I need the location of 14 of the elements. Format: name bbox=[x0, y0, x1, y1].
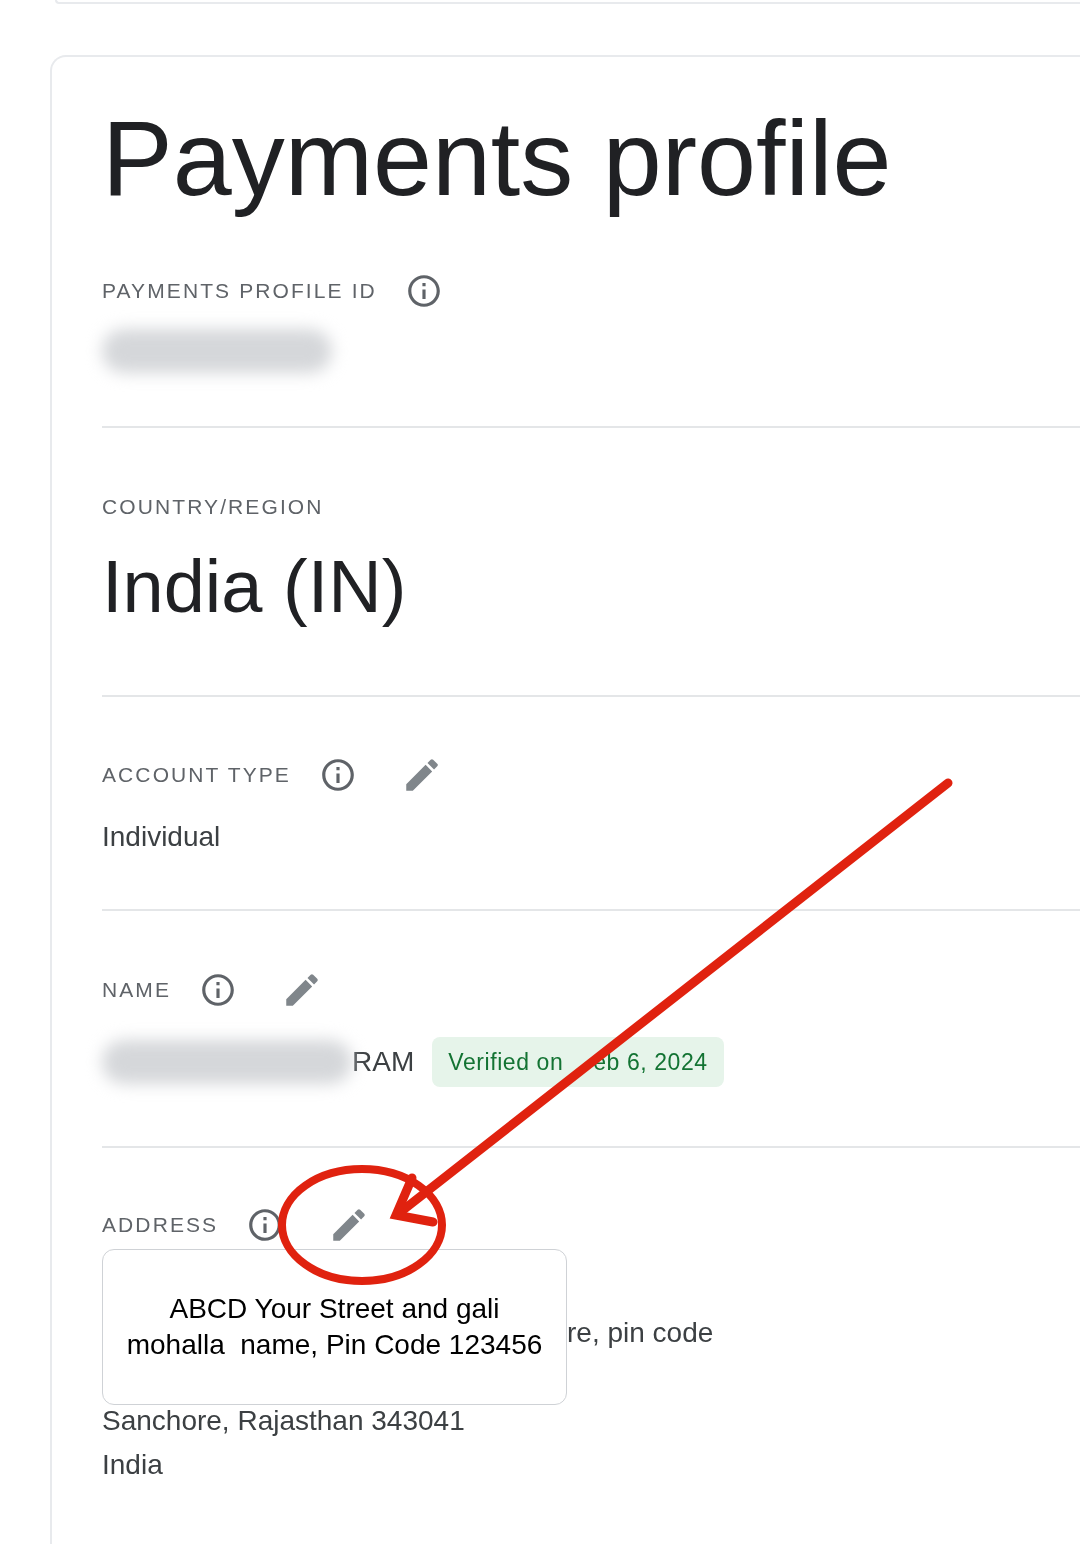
field-label: PAYMENTS PROFILE ID bbox=[102, 278, 377, 305]
field-label: ADDRESS bbox=[102, 1212, 219, 1239]
badge-text: Verified on bbox=[448, 1047, 564, 1077]
address-line: Sanchore, Rajasthan 343041 bbox=[102, 1405, 465, 1436]
address-line: India bbox=[102, 1449, 163, 1480]
name-value: RAM bbox=[352, 1045, 415, 1079]
account-type-value: Individual bbox=[102, 820, 222, 854]
field-label: ACCOUNT TYPE bbox=[102, 762, 291, 789]
field-label: NAME bbox=[102, 977, 172, 1004]
page-title: Payments profile bbox=[102, 98, 892, 219]
callout-text: ABCD Your Street and gali mohalla name, Pin Code 123456 bbox=[126, 1292, 543, 1362]
country-value: India (IN) bbox=[102, 545, 408, 629]
field-label: COUNTRY/REGION bbox=[102, 494, 324, 521]
address-line: re, pin code bbox=[567, 1317, 714, 1348]
